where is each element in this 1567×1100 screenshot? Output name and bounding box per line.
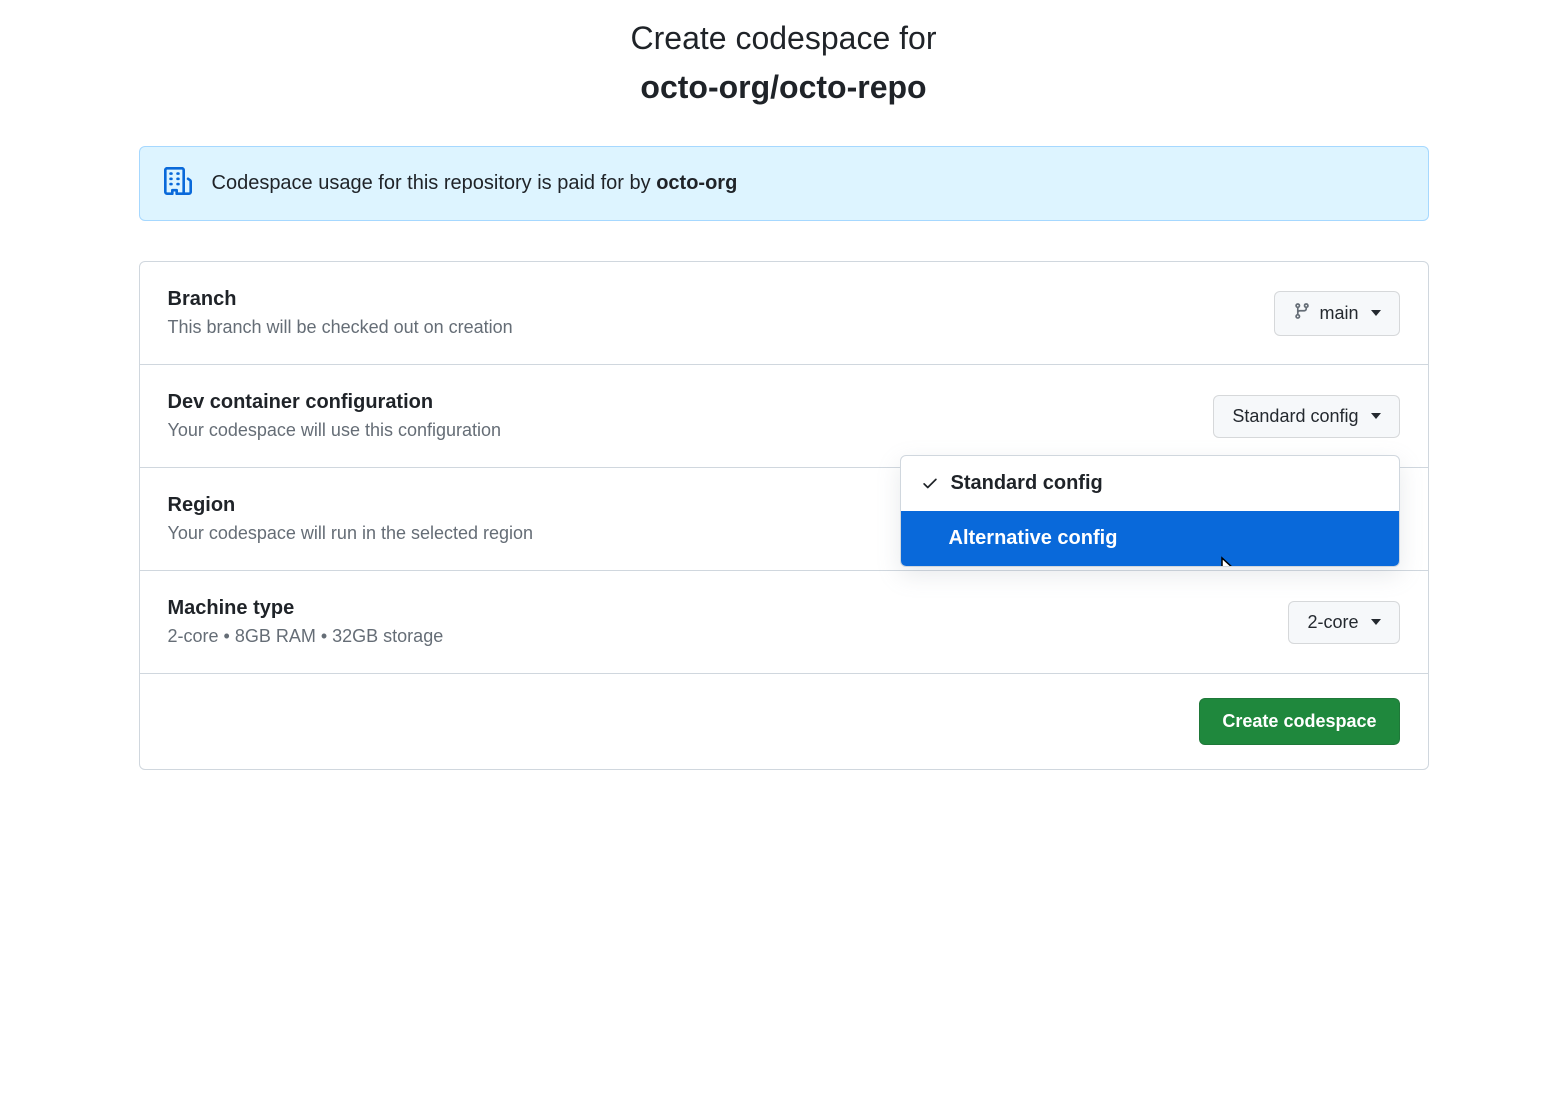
create-codespace-button[interactable]: Create codespace [1199, 698, 1399, 745]
region-desc: Your codespace will run in the selected … [168, 523, 534, 544]
dropdown-option-alternative[interactable]: Alternative config [901, 511, 1399, 566]
caret-down-icon [1371, 310, 1381, 316]
check-icon [921, 474, 939, 492]
devcontainer-desc: Your codespace will use this configurati… [168, 420, 502, 441]
devcontainer-dropdown: Standard config Alternative config [900, 455, 1400, 567]
options-panel: Branch This branch will be checked out o… [139, 261, 1429, 770]
machine-title: Machine type [168, 597, 444, 620]
git-branch-icon [1293, 302, 1311, 325]
branch-row: Branch This branch will be checked out o… [140, 262, 1428, 365]
dropdown-option-standard[interactable]: Standard config [901, 456, 1399, 511]
devcontainer-row: Dev container configuration Your codespa… [140, 365, 1428, 468]
caret-down-icon [1371, 619, 1381, 625]
branch-selector-button[interactable]: main [1274, 291, 1399, 336]
branch-title: Branch [168, 288, 513, 311]
usage-banner: Codespace usage for this repository is p… [139, 146, 1429, 221]
devcontainer-selector-button[interactable]: Standard config [1213, 395, 1399, 438]
banner-text: Codespace usage for this repository is p… [212, 172, 738, 195]
branch-desc: This branch will be checked out on creat… [168, 317, 513, 338]
machine-desc: 2-core • 8GB RAM • 32GB storage [168, 626, 444, 647]
page-header: Create codespace for octo-org/octo-repo [139, 20, 1429, 106]
page-title: Create codespace for [139, 20, 1429, 57]
cursor-pointer-icon [1215, 555, 1239, 567]
machine-selector-button[interactable]: 2-core [1288, 601, 1399, 644]
repo-name: octo-org/octo-repo [139, 69, 1429, 106]
organization-icon [164, 167, 192, 200]
devcontainer-title: Dev container configuration [168, 391, 502, 414]
caret-down-icon [1371, 413, 1381, 419]
footer-row: Create codespace [140, 674, 1428, 769]
region-title: Region [168, 494, 534, 517]
machine-row: Machine type 2-core • 8GB RAM • 32GB sto… [140, 571, 1428, 674]
